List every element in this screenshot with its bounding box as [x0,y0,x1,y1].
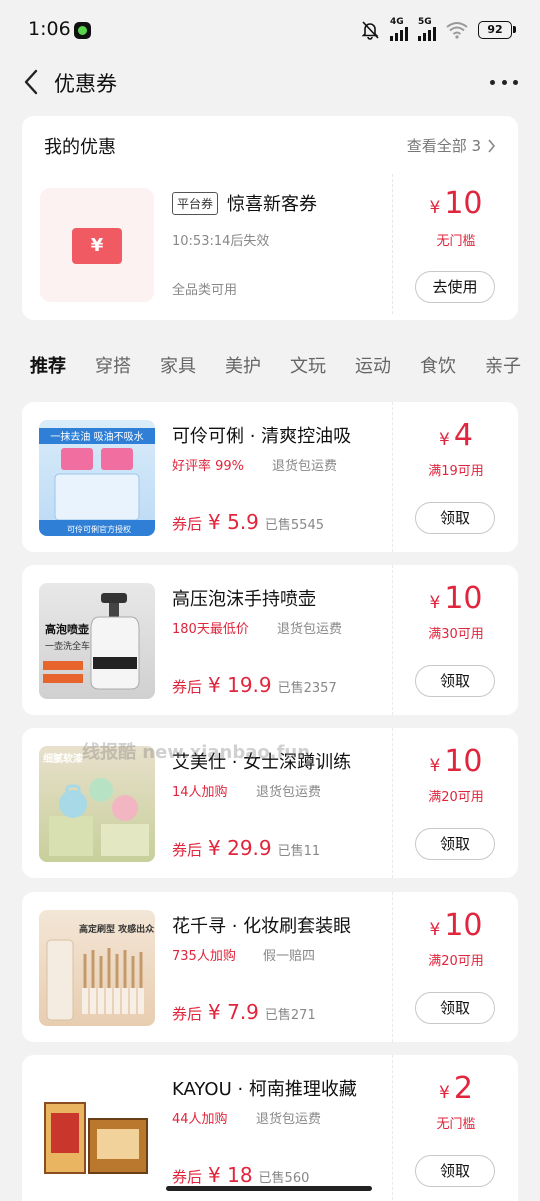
product-tag-secondary: 退货包运费 [277,622,343,637]
my-coupon-title: 我的优惠 [44,137,116,158]
product-price: 券后 ¥ 19.9 已售2357 [172,673,337,697]
coupon-divider [392,174,393,314]
my-coupon-card: 我的优惠 查看全部 3 ¥ 平台券 惊喜新客券 10:53:14后失效 全品类可… [22,116,518,320]
back-arrow-icon[interactable] [20,68,44,96]
product-image-subtext: 一壶洗全车 [45,640,90,652]
card-divider [392,402,393,552]
product-image: 高泡喷壶 一壶洗全车 [39,583,155,699]
nav-header: 优惠券 [0,60,540,104]
coupon-amount: ¥2 [439,1071,473,1106]
product-image-text: 高定刷型 攻感出众 [79,923,155,935]
product-price: 券后 ¥ 5.9 已售5545 [172,510,324,534]
signal-4g-icon: 4G [390,17,408,41]
tab-recommend[interactable]: 推荐 [30,352,66,378]
tab-food[interactable]: 食饮 [420,352,456,378]
coupon-scope: 全品类可用 [172,283,238,298]
coupon-condition: 无门槛 [436,234,476,249]
platform-tag: 平台券 [172,192,219,215]
product-image-text: 高泡喷壶 [45,622,89,636]
status-time: 1:06 [28,18,71,40]
coupon-ticket-image: ¥ [40,188,154,302]
home-indicator[interactable] [166,1186,372,1191]
view-all-label: 查看全部 3 [406,137,481,155]
claim-button[interactable]: 领取 [415,1155,495,1187]
coupon-amount: ¥10 [429,186,483,221]
battery-icon: 92 [478,21,516,39]
coupon-amount: ¥4 [439,418,473,453]
coupon-condition: 满30可用 [428,627,484,642]
claim-button[interactable]: 领取 [415,992,495,1024]
product-name: 高压泡沫手持喷壶 [172,589,316,610]
claim-button[interactable]: 领取 [415,828,495,860]
product-price: 券后 ¥ 18 已售560 [172,1163,310,1187]
page-title: 优惠券 [54,72,117,96]
product-image-subtext: 可伶可俐官方授权 [67,524,131,534]
product-tag-secondary: 退货包运费 [272,459,338,474]
status-icons: 4G 5G 92 [360,17,516,41]
product-tag-primary: 44人加购 [172,1112,228,1127]
coupon-amount: ¥10 [429,744,483,779]
signal-5g-icon: 5G [418,17,436,41]
claim-button[interactable]: 领取 [415,665,495,697]
product-image: 高定刷型 攻感出众 [39,910,155,1026]
product-tag-secondary: 退货包运费 [256,1112,322,1127]
tab-outfit[interactable]: 穿搭 [95,352,131,378]
product-tag-primary: 好评率 99% [172,459,245,474]
product-tag-secondary: 退货包运费 [256,785,322,800]
app-notification-icon [74,22,91,39]
coupon-amount: ¥10 [429,908,483,943]
tab-furniture[interactable]: 家具 [160,352,196,378]
product-price: 券后 ¥ 7.9 已售271 [172,1000,316,1024]
product-tag-primary: 735人加购 [172,949,236,964]
coupon-condition: 满20可用 [428,790,484,805]
product-card[interactable]: 高泡喷壶 一壶洗全车 高压泡沫手持喷壶 180天最低价 退货包运费 券后 ¥ 19… [22,565,518,715]
product-card[interactable]: 一抹去油 吸油不吸水 可伶可俐官方授权 可伶可俐 · 清爽控油吸 好评率 99%… [22,402,518,552]
coupon-condition: 满20可用 [428,954,484,969]
watermark: 线报酷 new.xianbao.fun [82,742,311,763]
product-image-text: 一抹去油 吸油不吸水 [50,430,143,443]
product-tag-secondary: 假一赔四 [263,949,316,964]
claim-button[interactable]: 领取 [415,502,495,534]
product-card[interactable]: KAYOU · 柯南推理收藏 44人加购 退货包运费 券后 ¥ 18 已售560 ¥… [22,1055,518,1201]
product-tag-primary: 14人加购 [172,785,228,800]
wifi-icon [446,22,468,39]
tab-sports[interactable]: 运动 [355,352,391,378]
product-name: 花千寻 · 化妆刷套装眼 [172,916,352,937]
chevron-right-icon [488,138,496,153]
mute-bell-icon [361,21,379,40]
product-name: KAYOU · 柯南推理收藏 [172,1079,357,1100]
card-divider [392,1055,393,1201]
product-name: 可伶可俐 · 清爽控油吸 [172,426,352,447]
tab-parenting[interactable]: 亲子 [485,352,521,378]
category-tabs: 推荐 穿搭 家具 美护 文玩 运动 食饮 亲子 [0,352,540,382]
coupon-condition: 无门槛 [436,1117,476,1132]
product-tag-primary: 180天最低价 [172,622,249,637]
status-bar: 1:06 4G 5G 92 [0,0,540,60]
use-coupon-button[interactable]: 去使用 [415,271,495,303]
tab-collectibles[interactable]: 文玩 [290,352,326,378]
product-image: 一抹去油 吸油不吸水 可伶可俐官方授权 [39,420,155,536]
card-divider [392,565,393,715]
more-options-icon[interactable] [490,74,518,90]
product-card[interactable]: 高定刷型 攻感出众 花千寻 · 化妆刷套装眼 735人加购 假一赔四 券后 ¥ 7… [22,892,518,1042]
coupon-condition: 满19可用 [428,464,484,479]
coupon-amount: ¥10 [429,581,483,616]
card-divider [392,728,393,878]
view-all-link[interactable]: 查看全部 3 [407,135,496,156]
tab-beauty[interactable]: 美护 [225,352,261,378]
product-price: 券后 ¥ 29.9 已售11 [172,836,321,860]
card-divider [392,892,393,1042]
coupon-expire: 10:53:14后失效 [172,234,270,249]
product-image [39,1073,155,1189]
coupon-name: 惊喜新客券 [227,194,317,215]
product-image-text: 细腻软漆 [43,752,83,765]
coupon-ticket-icon: ¥ [72,228,122,264]
